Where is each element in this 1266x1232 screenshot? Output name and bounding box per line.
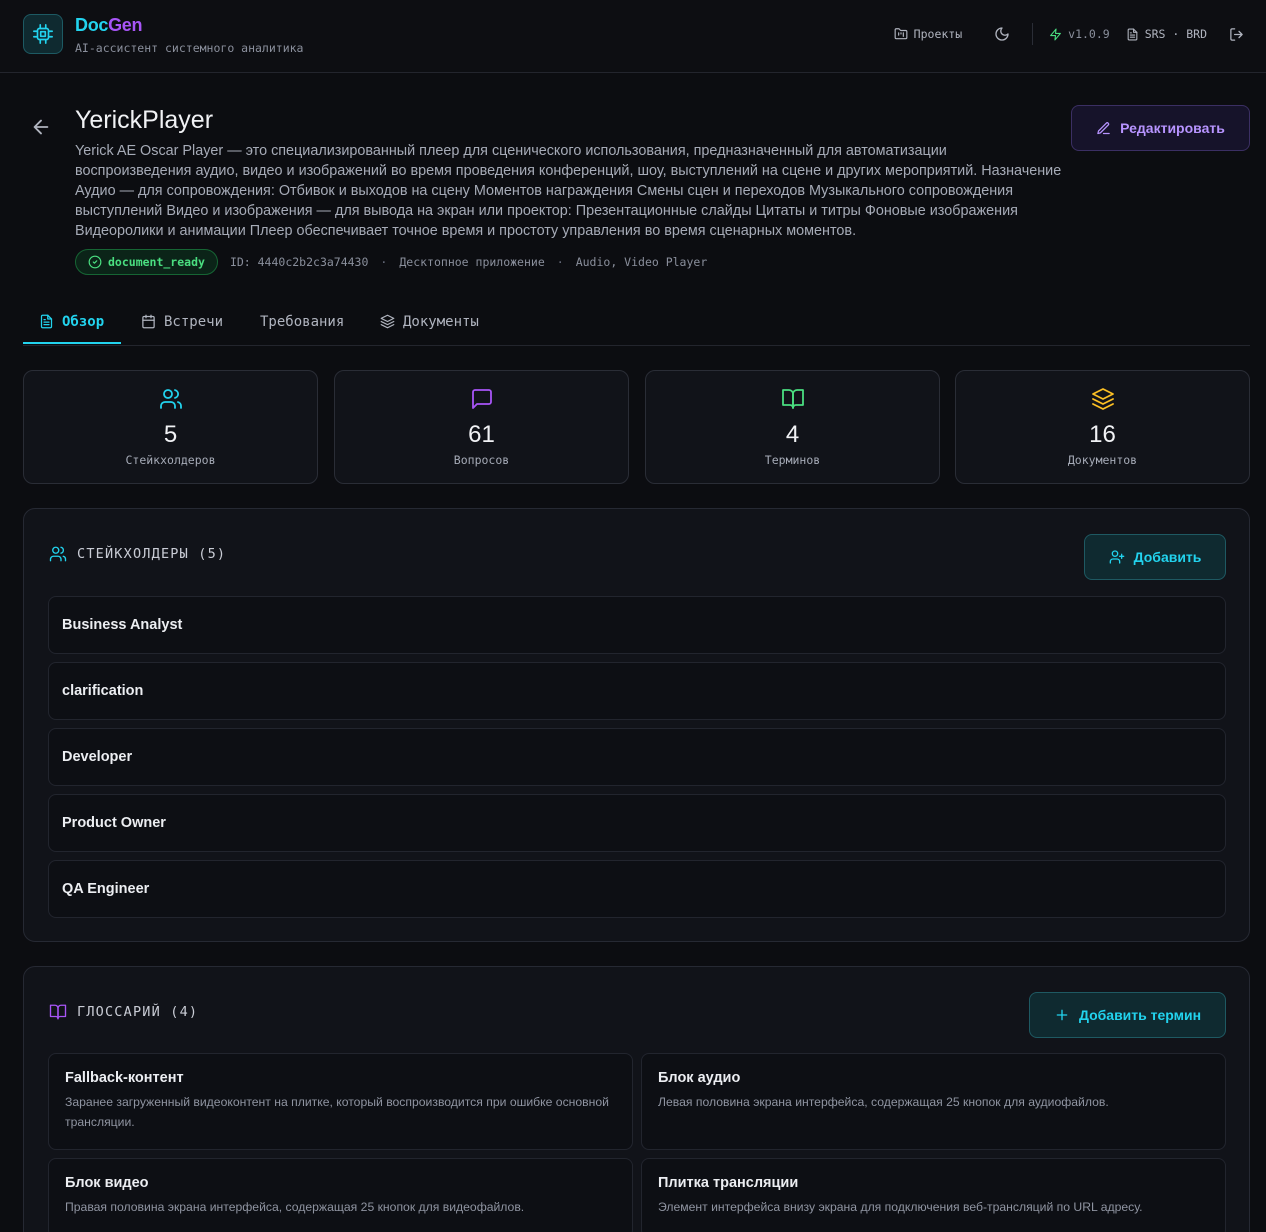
project-id: ID: 4440c2b2c3a74430 (229, 255, 369, 269)
section-header: СТЕЙКХОЛДЕРЫ (5) (49, 543, 226, 565)
term-name: Блок аудио (658, 1070, 741, 1086)
page-title: YerickPlayer (75, 106, 214, 134)
term-description: Заранее загруженный видеоконтент на плит… (65, 1095, 609, 1129)
folder-kanban-icon (894, 28, 908, 40)
stat-value: 5 (163, 421, 178, 448)
calendar-icon (142, 314, 155, 329)
list-item[interactable]: clarification (48, 662, 1226, 720)
pencil-icon (1097, 121, 1110, 134)
divider (1032, 23, 1034, 45)
term-description: Правая половина экрана интерфейса, содер… (65, 1200, 525, 1214)
file-text-icon (40, 314, 53, 329)
users-icon (49, 546, 67, 562)
list-item[interactable]: Business Analyst (48, 596, 1226, 654)
moon-icon (995, 27, 1009, 41)
layers-icon (380, 314, 395, 329)
stat-label: Терминов (764, 453, 821, 467)
stat-value: 16 (1089, 421, 1116, 448)
tab-documents[interactable]: Документы (380, 298, 479, 345)
tab-meetings[interactable]: Встречи (141, 298, 223, 345)
logout-button[interactable] (1229, 27, 1244, 42)
header-actions: Проекты v1.0.9 SRS · BRD (894, 22, 1244, 46)
glossary-term[interactable]: Плитка трансляции Элемент интерфейса вни… (641, 1158, 1226, 1232)
add-stakeholder-button[interactable]: Добавить (1084, 534, 1226, 580)
status-badge: document_ready (75, 249, 218, 275)
tab-requirements[interactable]: Требования (260, 298, 344, 345)
project-tags: Audio, Video Player (575, 255, 708, 269)
term-description: Левая половина экрана интерфейса, содерж… (658, 1095, 1109, 1109)
add-term-button[interactable]: Добавить термин (1029, 992, 1226, 1038)
stat-label: Документов (1067, 453, 1138, 467)
stat-value: 4 (785, 421, 800, 448)
cpu-icon[interactable] (23, 14, 63, 54)
theme-toggle-button[interactable] (994, 26, 1010, 42)
stat-card-documents: 16 Документов (955, 370, 1250, 484)
stat-card-questions: 61 Вопросов (334, 370, 629, 484)
stat-card-terms: 4 Терминов (645, 370, 940, 484)
users-icon (159, 389, 182, 409)
stat-label: Вопросов (453, 453, 510, 467)
check-circle-icon (88, 255, 102, 269)
log-out-icon (1230, 27, 1243, 41)
layers-icon (1091, 388, 1114, 410)
separator-dot: · (556, 255, 564, 269)
message-icon (471, 389, 492, 409)
project-description: Yerick AE Oscar Player — это специализир… (75, 143, 1062, 239)
app-brand[interactable]: DocGen (75, 15, 143, 36)
separator-dot: · (380, 255, 388, 269)
term-name: Блок видео (65, 1175, 149, 1191)
tab-overview[interactable]: Обзор (39, 298, 104, 345)
project-meta: document_ready ID: 4440c2b2c3a74430 · Де… (75, 249, 707, 275)
plus-icon (1056, 1009, 1068, 1021)
section-title: СТЕЙКХОЛДЕРЫ (5) (77, 546, 227, 562)
user-plus-icon (1109, 550, 1124, 564)
stat-label: Стейкхолдеров (125, 453, 216, 467)
stakeholders-section: СТЕЙКХОЛДЕРЫ (5) Добавить Business Analy… (23, 508, 1250, 942)
tab-bar: Обзор Встречи Требования Документы (23, 298, 1250, 346)
project-type: Десктопное приложение (399, 255, 545, 269)
arrow-left-icon (33, 119, 49, 135)
projects-link[interactable]: Проекты (894, 27, 962, 41)
term-description: Элемент интерфейса внизу экрана для подк… (658, 1200, 1143, 1214)
edit-button[interactable]: Редактировать (1071, 105, 1250, 151)
section-title: ГЛОССАРИЙ (4) (77, 1004, 199, 1020)
stat-card-stakeholders: 5 Стейкхолдеров (23, 370, 318, 484)
book-icon (49, 1004, 67, 1020)
top-bar: DocGen AI-ассистент системного аналитика… (0, 0, 1266, 73)
list-item[interactable]: QA Engineer (48, 860, 1226, 918)
list-item[interactable]: Product Owner (48, 794, 1226, 852)
glossary-term[interactable]: Fallback-контент Заранее загруженный вид… (48, 1053, 633, 1150)
term-name: Fallback-контент (65, 1070, 184, 1086)
section-header: ГЛОССАРИЙ (4) (49, 1001, 198, 1023)
term-name: Плитка трансляции (658, 1175, 799, 1191)
active-tab-indicator (23, 342, 121, 344)
stat-value: 61 (468, 421, 495, 448)
file-text-icon (1127, 28, 1138, 40)
book-icon (781, 389, 804, 409)
glossary-section: ГЛОССАРИЙ (4) Добавить термин Fallback-к… (23, 966, 1250, 1232)
back-button[interactable] (30, 116, 52, 138)
version-badge: v1.0.9 (1049, 27, 1110, 41)
doc-types-label: SRS · BRD (1126, 27, 1207, 41)
app-tagline: AI-ассистент системного аналитика (75, 41, 304, 55)
zap-icon (1050, 28, 1062, 40)
list-item[interactable]: Developer (48, 728, 1226, 786)
glossary-term[interactable]: Блок видео Правая половина экрана интерф… (48, 1158, 633, 1232)
glossary-term[interactable]: Блок аудио Левая половина экрана интерфе… (641, 1053, 1226, 1150)
